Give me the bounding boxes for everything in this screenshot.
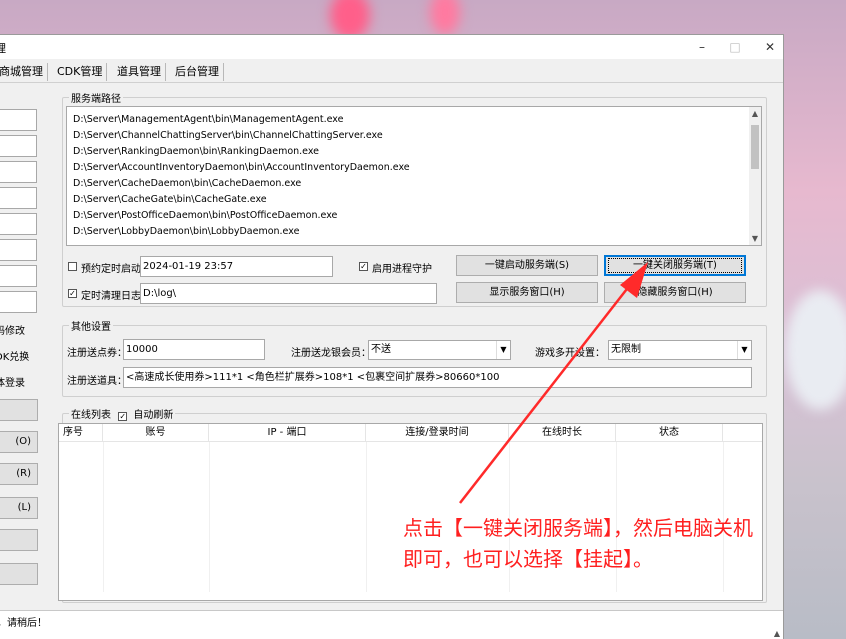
service-path-list[interactable]: D:\Server\ManagementAgent\bin\Management…	[66, 106, 762, 246]
left-button[interactable]	[0, 563, 38, 585]
left-input[interactable]	[0, 291, 37, 313]
left-input[interactable]	[0, 135, 37, 157]
start-all-button[interactable]: 一键启动服务端(S)	[456, 255, 598, 276]
tab-backend[interactable]: 后台管理	[171, 63, 224, 81]
auto-refresh-label: 自动刷新	[133, 410, 174, 421]
clean-log-label: 定时清理日志	[81, 291, 141, 302]
list-item[interactable]: D:\Server\LobbyDaemon\bin\LobbyDaemon.ex…	[73, 226, 299, 237]
list-item[interactable]: D:\Server\CacheGate\bin\CacheGate.exe	[73, 194, 267, 205]
col-status[interactable]: 状态	[616, 424, 723, 442]
online-list-group: 在线列表 ✓ 自动刷新 序号 账号 IP - 端口 连接/登录时间 在线时长 状…	[58, 406, 767, 603]
maximize-icon[interactable]: □	[720, 38, 750, 56]
left-input[interactable]	[0, 187, 37, 209]
daemon-label: 启用进程守护	[372, 264, 432, 275]
show-window-button[interactable]: 显示服务窗口(H)	[456, 282, 598, 303]
scroll-down-icon[interactable]: ▼	[749, 234, 761, 243]
list-item[interactable]: D:\Server\ChannelChattingServer\bin\Chan…	[73, 130, 383, 141]
scroll-up-icon[interactable]: ▲	[749, 109, 761, 118]
tab-items[interactable]: 道具管理	[113, 63, 166, 81]
list-item[interactable]: D:\Server\ManagementAgent\bin\Management…	[73, 114, 343, 125]
left-input[interactable]	[0, 213, 37, 235]
col-account[interactable]: 账号	[103, 424, 209, 442]
left-button-o[interactable]: (O)	[0, 431, 38, 453]
list-item[interactable]: D:\Server\PostOfficeDaemon\bin\PostOffic…	[73, 210, 337, 221]
left-button[interactable]	[0, 529, 38, 551]
left-button-r[interactable]: (R)	[0, 463, 38, 485]
left-input[interactable]	[0, 239, 37, 261]
items-input[interactable]: <高速成长使用券>111*1 <角色栏扩展券>108*1 <包裹空间扩展券>80…	[123, 367, 752, 388]
main-window: 理 – □ ✕ 商城管理 CDK管理 道具管理 后台管理 码修改 DK兑换 体登…	[0, 34, 784, 639]
schedule-start-label: 预约定时启动	[81, 264, 141, 275]
left-input[interactable]	[0, 265, 37, 287]
minimize-icon[interactable]: –	[687, 38, 717, 56]
window-title: 理	[0, 42, 6, 55]
member-select-value: 不送	[371, 344, 391, 355]
annotation-line-2: 即可，也可以选择【挂起】。	[403, 547, 653, 571]
list-item[interactable]: D:\Server\AccountInventoryDaemon\bin\Acc…	[73, 162, 410, 173]
left-button-l[interactable]: (L)	[0, 497, 38, 519]
table-header: 序号 账号 IP - 端口 连接/登录时间 在线时长 状态	[59, 424, 762, 442]
online-list-title: 在线列表 ✓ 自动刷新	[69, 406, 176, 421]
member-select[interactable]: 不送 ▼	[368, 340, 511, 360]
background-glow	[785, 290, 846, 410]
points-input[interactable]: 10000	[123, 339, 265, 360]
multi-select-value: 无限制	[611, 344, 641, 355]
annotation-line-1: 点击【一键关闭服务端】，然后电脑关机	[403, 516, 753, 540]
list-item[interactable]: D:\Server\CacheDaemon\bin\CacheDaemon.ex…	[73, 178, 301, 189]
stop-all-button[interactable]: 一键关闭服务端(T)	[604, 255, 746, 276]
scroll-thumb[interactable]	[751, 125, 759, 169]
col-duration[interactable]: 在线时长	[509, 424, 616, 442]
list-item[interactable]: D:\Server\RankingDaemon\bin\RankingDaemo…	[73, 146, 319, 157]
tab-bar: 商城管理 CDK管理 道具管理 后台管理	[0, 59, 783, 83]
service-path-title: 服务端路径	[69, 90, 123, 105]
auto-refresh-checkbox[interactable]: ✓	[118, 412, 128, 421]
background-glow	[430, 0, 460, 35]
daemon-checkbox[interactable]: ✓	[359, 262, 368, 271]
points-label: 注册送点券：	[67, 348, 127, 359]
multi-label: 游戏多开设置：	[535, 348, 605, 359]
scroll-up-icon[interactable]: ▲	[771, 629, 783, 638]
col-index[interactable]: 序号	[59, 424, 103, 442]
left-label-login[interactable]: 体登录	[0, 374, 25, 389]
tab-cdk[interactable]: CDK管理	[53, 63, 108, 81]
title-bar: 理 – □ ✕	[0, 35, 783, 59]
other-settings-group: 其他设置 注册送点券： 10000 注册送龙银会员： 不送 ▼ 游戏多开设置： …	[62, 318, 767, 397]
left-label-cdk[interactable]: DK兑换	[0, 348, 29, 363]
member-label: 注册送龙银会员：	[291, 348, 371, 359]
online-list-title-text: 在线列表	[71, 410, 111, 421]
left-input[interactable]	[0, 161, 37, 183]
path-scrollbar[interactable]: ▲ ▼	[749, 107, 761, 245]
schedule-start-checkbox[interactable]	[68, 262, 77, 271]
items-label: 注册送道具：	[67, 376, 127, 387]
schedule-start-input[interactable]: 2024-01-19 23:57	[140, 256, 333, 277]
status-log[interactable]: ，请稍后！ ▲	[0, 610, 783, 639]
service-path-group: 服务端路径 D:\Server\ManagementAgent\bin\Mana…	[62, 90, 767, 307]
tab-mall[interactable]: 商城管理	[0, 63, 48, 81]
status-text: ，请稍后！	[0, 618, 47, 629]
chevron-down-icon[interactable]: ▼	[737, 341, 751, 359]
hide-window-button[interactable]: 隐藏服务窗口(H)	[604, 282, 746, 303]
left-input[interactable]	[0, 109, 37, 131]
grid-line	[209, 442, 210, 592]
left-button[interactable]	[0, 399, 38, 421]
multi-select[interactable]: 无限制 ▼	[608, 340, 752, 360]
grid-line	[103, 442, 104, 592]
close-icon[interactable]: ✕	[755, 38, 785, 56]
clean-log-input[interactable]: D:\log\	[140, 283, 437, 304]
stop-all-label: 一键关闭服务端(T)	[633, 260, 717, 271]
col-time[interactable]: 连接/登录时间	[366, 424, 509, 442]
grid-line	[366, 442, 367, 592]
col-ip[interactable]: IP - 端口	[209, 424, 366, 442]
other-settings-title: 其他设置	[69, 318, 113, 333]
clean-log-checkbox[interactable]: ✓	[68, 289, 77, 298]
left-label-password[interactable]: 码修改	[0, 322, 25, 337]
chevron-down-icon[interactable]: ▼	[496, 341, 510, 359]
